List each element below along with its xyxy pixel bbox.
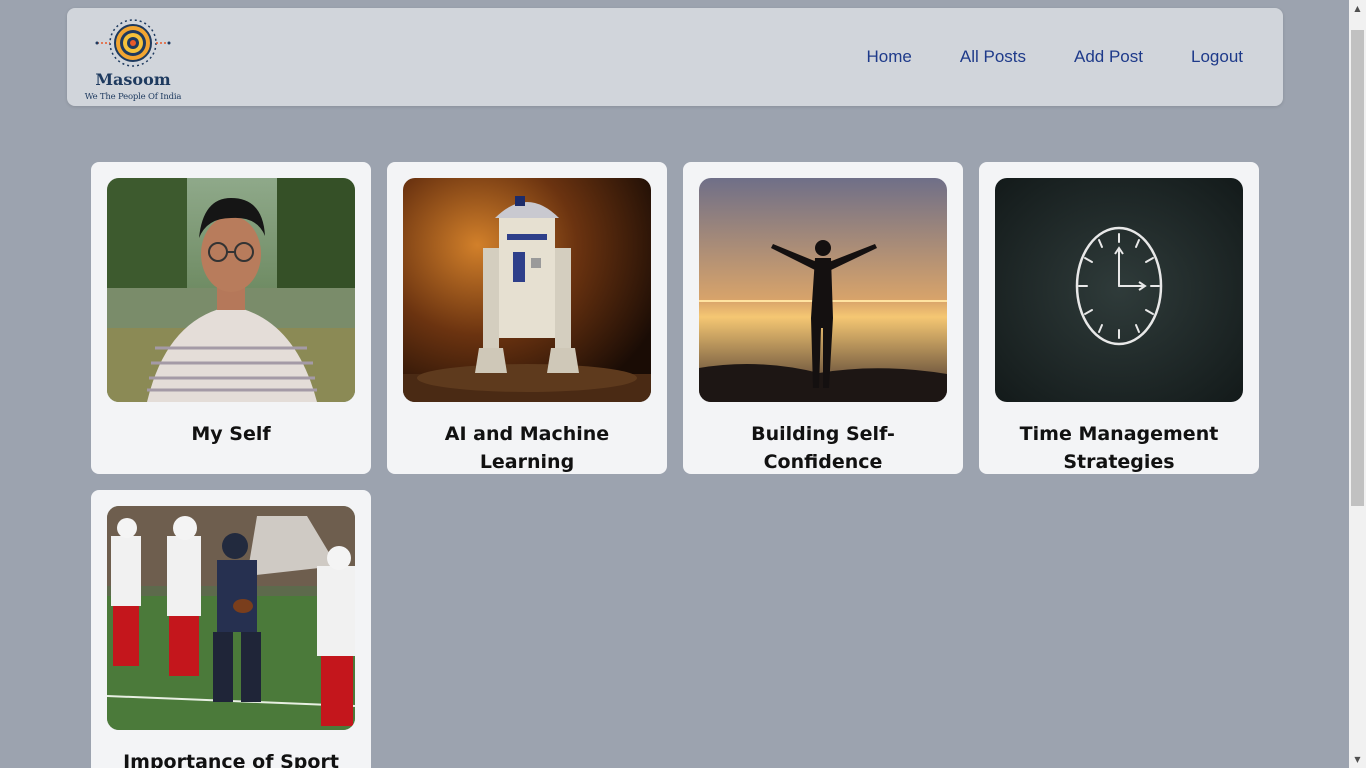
post-card[interactable]: My Self — [91, 162, 371, 474]
post-title: AI and Machine Learning — [444, 423, 610, 473]
post-image — [107, 506, 355, 730]
post-title: Time Management Strategies — [1019, 423, 1219, 473]
post-image — [699, 178, 947, 402]
post-grid: My Self AI and Machine Learning Building… — [91, 162, 1259, 768]
post-image — [995, 178, 1243, 402]
sunset-silhouette-photo — [699, 178, 947, 402]
logo-tagline: We The People Of India — [84, 92, 182, 102]
page: Masoom We The People Of India Home All P… — [0, 0, 1366, 768]
post-image — [107, 178, 355, 402]
post-card[interactable]: Importance of Sport — [91, 490, 371, 768]
scroll-up-arrow-icon[interactable]: ▲ — [1349, 0, 1366, 17]
post-card[interactable]: Building Self-Confidence — [683, 162, 963, 474]
nav-home[interactable]: Home — [843, 43, 936, 71]
post-card[interactable]: Time Management Strategies — [979, 162, 1259, 474]
target-logo-icon — [95, 19, 171, 67]
football-players-photo — [107, 506, 355, 730]
vertical-scrollbar[interactable]: ▲ ▼ — [1349, 0, 1366, 768]
header: Masoom We The People Of India Home All P… — [67, 8, 1283, 106]
chalk-clock-photo — [995, 178, 1243, 402]
portrait-photo — [107, 178, 355, 402]
main-nav: Home All Posts Add Post Logout — [843, 43, 1268, 71]
post-title: Importance of Sport — [123, 751, 339, 768]
nav-logout[interactable]: Logout — [1167, 43, 1267, 71]
post-image — [403, 178, 651, 402]
robot-photo — [403, 178, 651, 402]
scroll-down-arrow-icon[interactable]: ▼ — [1349, 751, 1366, 768]
nav-add-post[interactable]: Add Post — [1050, 43, 1167, 71]
logo-link[interactable]: Masoom We The People Of India — [83, 18, 187, 102]
post-title: Building Self-Confidence — [751, 423, 895, 473]
post-title: My Self — [191, 423, 271, 445]
nav-all-posts[interactable]: All Posts — [936, 43, 1050, 71]
logo-name: Masoom — [95, 70, 171, 89]
post-card[interactable]: AI and Machine Learning — [387, 162, 667, 474]
scrollbar-thumb[interactable] — [1351, 30, 1364, 506]
